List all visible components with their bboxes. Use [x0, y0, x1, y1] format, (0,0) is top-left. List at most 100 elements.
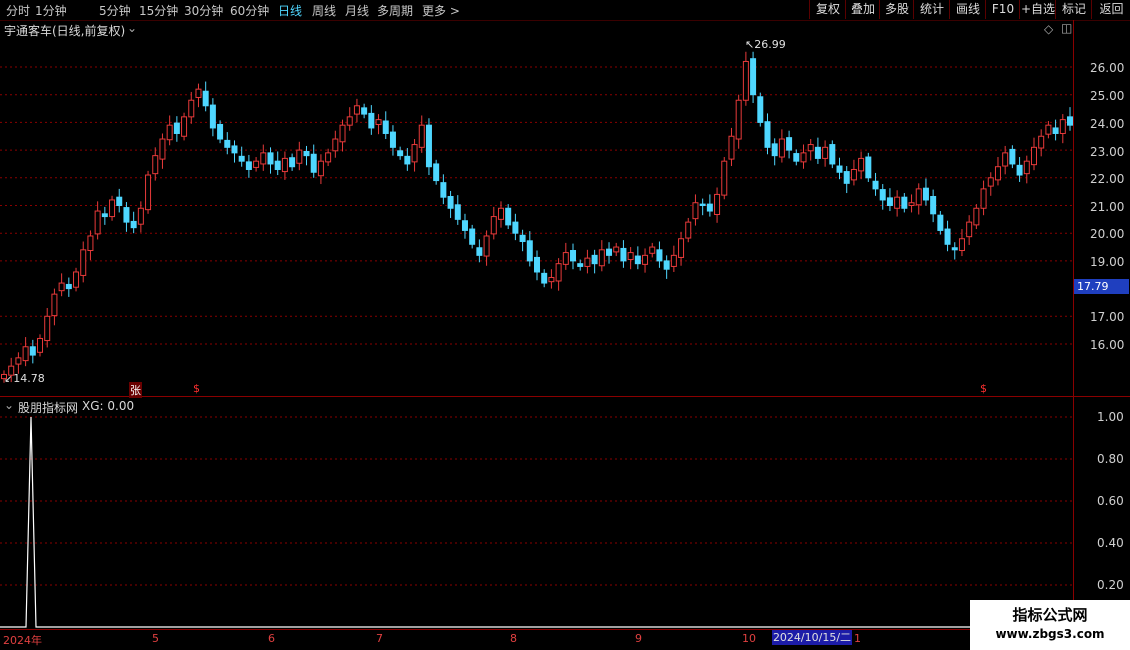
candle-body — [570, 250, 577, 262]
candle-body — [663, 260, 670, 270]
candle-body — [850, 168, 857, 181]
candle-body — [281, 157, 288, 173]
candle-body — [339, 124, 346, 143]
candle-body — [548, 277, 555, 283]
candle-body — [606, 248, 613, 256]
candle-body — [1, 373, 7, 380]
candle-body — [1016, 164, 1023, 176]
candle-body — [22, 346, 29, 362]
candle-body — [188, 99, 195, 118]
candle-body — [368, 112, 375, 129]
candle-body — [389, 131, 396, 148]
candle-body — [620, 247, 627, 262]
candle-body — [209, 104, 216, 129]
candle-body — [245, 161, 252, 170]
candle-body — [202, 90, 209, 107]
candle-body — [289, 157, 296, 168]
candle-body — [260, 152, 267, 165]
candle-body — [937, 214, 944, 231]
candle-body — [87, 235, 94, 252]
candle-body — [447, 195, 454, 209]
candle-body — [361, 107, 368, 115]
candle-body — [966, 221, 973, 238]
candle-body — [411, 144, 418, 163]
candle-body — [454, 204, 461, 220]
watermark-line2: www.zbgs3.com — [995, 627, 1105, 641]
candle-body — [116, 196, 123, 207]
candle-body — [872, 180, 879, 190]
candle-body — [728, 135, 735, 160]
candle-body — [483, 235, 490, 257]
candle-body — [130, 220, 137, 229]
candle-body — [980, 188, 987, 209]
candle-body — [145, 174, 152, 211]
candle-body — [562, 252, 569, 265]
candle-body — [8, 365, 15, 376]
candle-body — [469, 228, 476, 245]
candle-body — [555, 263, 562, 282]
candle-body — [793, 153, 800, 162]
candle-body — [80, 249, 87, 276]
candle-body — [101, 213, 108, 218]
candle-body — [987, 177, 994, 187]
candle-body — [181, 116, 188, 137]
candle-body — [15, 357, 22, 365]
candle-body — [598, 249, 605, 267]
candle-body — [195, 88, 202, 98]
candle-body — [721, 160, 728, 196]
candle-body — [37, 337, 44, 353]
candle-body — [490, 216, 497, 235]
candle-body — [332, 138, 339, 152]
candle-body — [807, 144, 814, 152]
candle-body — [642, 254, 649, 265]
candle-body — [512, 221, 519, 234]
candle-body — [778, 138, 785, 158]
candle-body — [814, 146, 821, 159]
candle-body — [296, 149, 303, 164]
candle-body — [922, 187, 929, 201]
candle-body — [829, 144, 836, 165]
candle-body — [685, 221, 692, 239]
candle-body — [973, 207, 980, 226]
candle-body — [224, 139, 231, 148]
candle-body — [1030, 146, 1037, 166]
candle-body — [519, 234, 526, 243]
candle-body — [836, 165, 843, 173]
candle-body — [274, 160, 281, 170]
candle-body — [541, 272, 548, 284]
candle-body — [1052, 127, 1059, 134]
candle-body — [137, 207, 144, 225]
candle-body — [627, 252, 634, 261]
candle-body — [915, 188, 922, 206]
candle-body — [800, 152, 807, 163]
xg-signal-line — [0, 416, 1073, 628]
candle-body — [173, 122, 180, 134]
candle-body — [843, 171, 850, 184]
candle-body — [534, 256, 540, 273]
candle-body — [382, 120, 389, 134]
candle-body — [1023, 160, 1030, 175]
kline-chart[interactable] — [0, 0, 1130, 650]
candle-body — [822, 146, 829, 159]
candle-body — [418, 124, 425, 148]
candle-body — [231, 145, 238, 154]
candle-body — [94, 210, 101, 235]
candle-body — [742, 60, 749, 101]
candle-body — [764, 121, 771, 148]
candle-body — [1045, 124, 1052, 135]
candle-body — [397, 150, 404, 157]
candle-body — [786, 137, 793, 151]
candle-body — [325, 152, 332, 163]
candle-body — [1038, 135, 1045, 149]
candle-body — [699, 203, 706, 207]
candle-body — [310, 153, 317, 173]
watermark-logo: 指标公式网 www.zbgs3.com — [970, 600, 1130, 650]
candle-body — [461, 220, 468, 231]
candle-body — [865, 156, 872, 179]
candle-body — [649, 246, 656, 254]
candle-body — [425, 124, 432, 168]
candle-body — [894, 196, 901, 209]
candle-body — [353, 105, 360, 115]
candle-body — [253, 160, 260, 168]
candle-body — [109, 199, 116, 218]
